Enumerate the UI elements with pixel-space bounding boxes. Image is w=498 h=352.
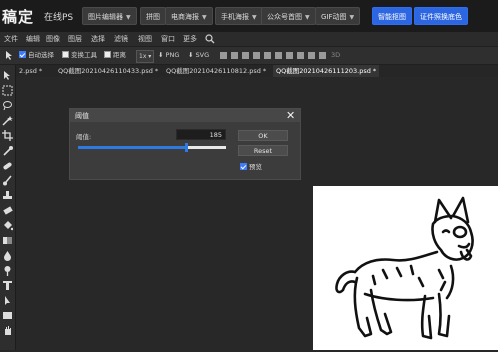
dialog-header[interactable]: 阈值 ✕ — [70, 109, 300, 122]
fill-icon[interactable] — [2, 220, 13, 231]
chevron-down-icon: ▼ — [126, 14, 131, 21]
menu-bar: 文件 编辑 图像 图层 选择 滤镜 视图 窗口 更多 — [0, 32, 498, 47]
gif-dropdown[interactable]: GIF动图 ▼ — [315, 7, 361, 25]
threshold-dialog: 阈值 ✕ 阈值: 185 OK Reset 预览 — [69, 108, 301, 180]
chevron-down-icon: ▼ — [349, 14, 355, 21]
hand-icon[interactable] — [2, 325, 13, 336]
document-canvas[interactable] — [313, 186, 498, 350]
eraser-icon[interactable] — [2, 205, 13, 216]
marquee-icon[interactable] — [2, 85, 13, 96]
slider-fill — [78, 146, 187, 149]
preview-label: 预览 — [249, 163, 262, 171]
chevron-down-icon: ▼ — [202, 14, 207, 21]
threshold-label: 阈值: — [76, 133, 92, 141]
tab-doc-4[interactable]: QQ截图20210426111203.psd * — [273, 65, 380, 77]
collage-button[interactable]: 拼图 — [140, 7, 166, 25]
threshold-value-input[interactable]: 185 — [176, 129, 226, 140]
options-bar: 自动选择 变换工具 距离 1x ▾ ⬇ PNG ⬇ SVG 3D — [0, 47, 498, 65]
chevron-down-icon: ▼ — [252, 14, 257, 21]
blur-icon[interactable] — [2, 250, 13, 261]
path-select-icon[interactable] — [2, 295, 13, 306]
image-editor-dropdown[interactable]: 图片编辑器 ▼ — [82, 7, 137, 25]
wechat-cover-dropdown[interactable]: 公众号首图 ▼ — [261, 7, 316, 25]
download-icon: ⬇ — [158, 51, 164, 59]
move-tool-icon — [6, 51, 12, 60]
menu-more[interactable]: 更多 — [183, 34, 197, 44]
align-icons[interactable] — [220, 50, 330, 61]
lasso-icon[interactable] — [2, 100, 13, 111]
close-icon[interactable]: ✕ — [286, 109, 295, 122]
dialog-title: 阈值 — [75, 112, 89, 120]
shape-icon[interactable] — [2, 310, 13, 321]
crop-icon[interactable] — [2, 130, 13, 141]
export-svg-button[interactable]: ⬇ SVG — [188, 50, 209, 61]
clone-stamp-icon[interactable] — [2, 190, 13, 201]
tab-doc-2[interactable]: QQ截图20210426110433.psd * — [55, 65, 161, 77]
top-bar: 稿定 在线PS 图片编辑器 ▼ 拼图 电商海报 ▼ 手机海报 ▼ 公众号首图 ▼ GIF… — [0, 0, 498, 32]
menu-file[interactable]: 文件 — [4, 34, 18, 44]
menu-layer[interactable]: 图层 — [68, 34, 82, 44]
distance-checkbox[interactable]: 距离 — [104, 50, 126, 61]
smart-cutout-button[interactable]: 智能抠图 — [372, 7, 412, 25]
eyedropper-icon[interactable] — [2, 145, 13, 156]
checkbox-icon — [62, 50, 69, 58]
menu-image[interactable]: 图像 — [46, 34, 60, 44]
dodge-icon[interactable] — [2, 265, 13, 276]
reset-button[interactable]: Reset — [238, 145, 288, 156]
id-photo-button[interactable]: 证件照换底色 — [414, 7, 468, 25]
dog-sketch-image — [335, 196, 474, 340]
transform-tools-checkbox[interactable]: 变换工具 — [62, 50, 97, 61]
chevron-down-icon: ▼ — [305, 14, 310, 21]
menu-filter[interactable]: 滤镜 — [114, 34, 128, 44]
ecommerce-poster-dropdown[interactable]: 电商海报 ▼ — [165, 7, 213, 25]
brush-icon[interactable] — [2, 175, 13, 186]
3d-label: 3D — [331, 51, 341, 59]
healing-icon[interactable] — [2, 160, 13, 171]
preview-checkbox[interactable]: 预览 — [240, 161, 262, 171]
gradient-icon[interactable] — [2, 235, 13, 246]
move-icon[interactable] — [2, 70, 13, 81]
threshold-slider[interactable] — [78, 143, 226, 152]
menu-select[interactable]: 选择 — [91, 34, 105, 44]
export-png-button[interactable]: ⬇ PNG — [158, 50, 179, 61]
app-logo[interactable]: 稿定 — [2, 6, 34, 27]
mobile-poster-dropdown[interactable]: 手机海报 ▼ — [215, 7, 263, 25]
menu-view[interactable]: 视图 — [138, 34, 152, 44]
checkbox-icon — [104, 50, 111, 58]
text-tool-icon[interactable] — [2, 280, 13, 291]
search-icon[interactable] — [205, 34, 215, 44]
menu-edit[interactable]: 编辑 — [26, 34, 40, 44]
tab-doc-3[interactable]: QQ截图20210426110812.psd * — [163, 65, 269, 77]
download-icon: ⬇ — [188, 51, 194, 59]
slider-handle[interactable] — [185, 143, 189, 152]
app-subtitle: 在线PS — [44, 13, 74, 23]
document-tabs: 2.psd * QQ截图20210426110433.psd * QQ截图202… — [0, 65, 498, 77]
magic-wand-icon[interactable] — [2, 115, 13, 126]
scale-select[interactable]: 1x ▾ — [136, 50, 155, 63]
tab-doc-1[interactable]: 2.psd * — [16, 65, 45, 77]
tool-panel — [0, 65, 16, 350]
ok-button[interactable]: OK — [238, 130, 288, 141]
checkbox-icon — [240, 162, 247, 170]
auto-select-checkbox[interactable]: 自动选择 — [19, 50, 54, 61]
checkbox-icon — [19, 50, 26, 58]
menu-window[interactable]: 窗口 — [161, 34, 175, 44]
